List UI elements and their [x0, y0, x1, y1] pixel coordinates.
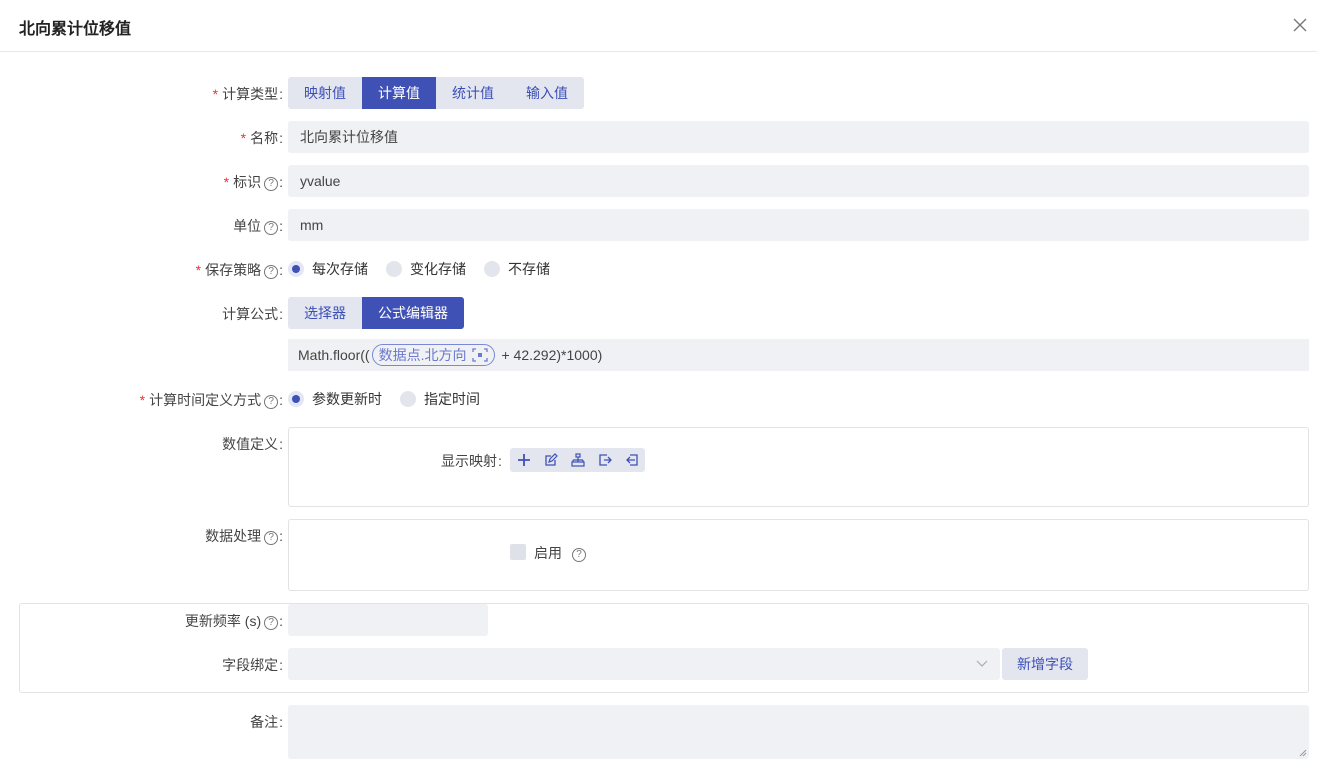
calc-type-input[interactable]: 输入值 — [510, 77, 584, 109]
radio-dot — [484, 261, 500, 277]
calc-type-statistic[interactable]: 统计值 — [436, 77, 510, 109]
dialog-title: 北向累计位移值 — [19, 21, 132, 38]
formula-mode-segmented: 选择器 公式编辑器 — [288, 297, 464, 329]
close-icon[interactable] — [1289, 14, 1311, 36]
calc-type-computed[interactable]: 计算值 — [362, 77, 436, 109]
help-icon[interactable]: ? — [264, 531, 279, 545]
radio-label: 变化存储 — [410, 261, 466, 277]
formula-prefix: Math.floor(( — [298, 347, 370, 363]
formula-editor[interactable]: Math.floor(( 数据点.北方向 + 42.292)*1000) — [288, 339, 1309, 371]
select-target-icon — [472, 348, 489, 362]
organization-icon[interactable] — [564, 448, 591, 472]
data-processing-box — [288, 519, 1309, 591]
display-mapping-toolbar — [510, 448, 645, 472]
radio-label: 指定时间 — [424, 391, 480, 407]
unit-label: 单位?: — [233, 218, 283, 235]
display-mapping-label: 显示映射: — [441, 453, 502, 469]
radio-label: 参数更新时 — [312, 391, 382, 407]
help-icon[interactable]: ? — [264, 616, 279, 630]
enable-checkbox[interactable] — [510, 544, 526, 560]
add-field-button[interactable]: 新增字段 — [1002, 648, 1088, 680]
radio-dot — [288, 261, 304, 277]
export-icon[interactable] — [591, 448, 618, 472]
help-icon[interactable]: ? — [264, 395, 279, 409]
calc-type-label: * 计算类型: — [212, 86, 283, 102]
radio-save-change[interactable]: 变化存储 — [386, 259, 466, 279]
dialog-header: 北向累计位移值 — [0, 0, 1317, 52]
edit-icon[interactable] — [537, 448, 564, 472]
import-icon[interactable] — [618, 448, 645, 472]
identifier-input[interactable]: yvalue — [288, 165, 1309, 197]
radio-specified-time[interactable]: 指定时间 — [400, 389, 480, 409]
help-icon[interactable]: ? — [264, 221, 279, 235]
help-icon[interactable]: ? — [264, 265, 279, 279]
resize-handle-icon[interactable] — [1299, 749, 1307, 757]
identifier-label: * 标识?: — [223, 174, 283, 191]
time-def-radios: 参数更新时 指定时间 — [288, 389, 498, 409]
radio-label: 每次存储 — [312, 261, 368, 277]
update-freq-input[interactable] — [288, 604, 488, 636]
formula-suffix: + 42.292)*1000) — [501, 347, 603, 363]
chip-label: 数据点.北方向 — [378, 347, 467, 363]
radio-dot — [288, 391, 304, 407]
formula-label: 计算公式: — [222, 306, 283, 322]
data-processing-label: 数据处理?: — [205, 528, 283, 545]
calc-type-segmented: 映射值 计算值 统计值 输入值 — [288, 77, 584, 109]
formula-variable-chip[interactable]: 数据点.北方向 — [371, 344, 496, 366]
save-strategy-label: * 保存策略?: — [195, 262, 283, 279]
radio-save-every[interactable]: 每次存储 — [288, 259, 368, 279]
tab-selector[interactable]: 选择器 — [288, 297, 362, 329]
save-strategy-radios: 每次存储 变化存储 不存储 — [288, 259, 568, 279]
remark-textarea[interactable] — [288, 705, 1309, 759]
calc-type-mapping[interactable]: 映射值 — [288, 77, 362, 109]
radio-save-none[interactable]: 不存储 — [484, 259, 550, 279]
help-icon[interactable]: ? — [572, 548, 586, 562]
update-freq-label: 更新频率 (s)?: — [184, 613, 283, 630]
radio-label: 不存储 — [508, 261, 550, 277]
field-binding-select[interactable] — [288, 648, 1000, 680]
radio-dot — [400, 391, 416, 407]
enable-label: 启用? — [534, 543, 586, 563]
time-def-label: * 计算时间定义方式?: — [139, 392, 283, 409]
remark-label: 备注: — [250, 714, 283, 730]
name-input[interactable]: 北向累计位移值 — [288, 121, 1309, 153]
unit-input[interactable]: mm — [288, 209, 1309, 241]
tab-formula-editor[interactable]: 公式编辑器 — [362, 297, 464, 329]
chevron-down-icon — [976, 660, 988, 667]
name-label: * 名称: — [240, 130, 283, 146]
field-binding-label: 字段绑定: — [222, 657, 283, 673]
value-def-label: 数值定义: — [222, 436, 283, 452]
help-icon[interactable]: ? — [264, 177, 279, 191]
add-icon[interactable] — [510, 448, 537, 472]
radio-dot — [386, 261, 402, 277]
radio-on-param-update[interactable]: 参数更新时 — [288, 389, 382, 409]
